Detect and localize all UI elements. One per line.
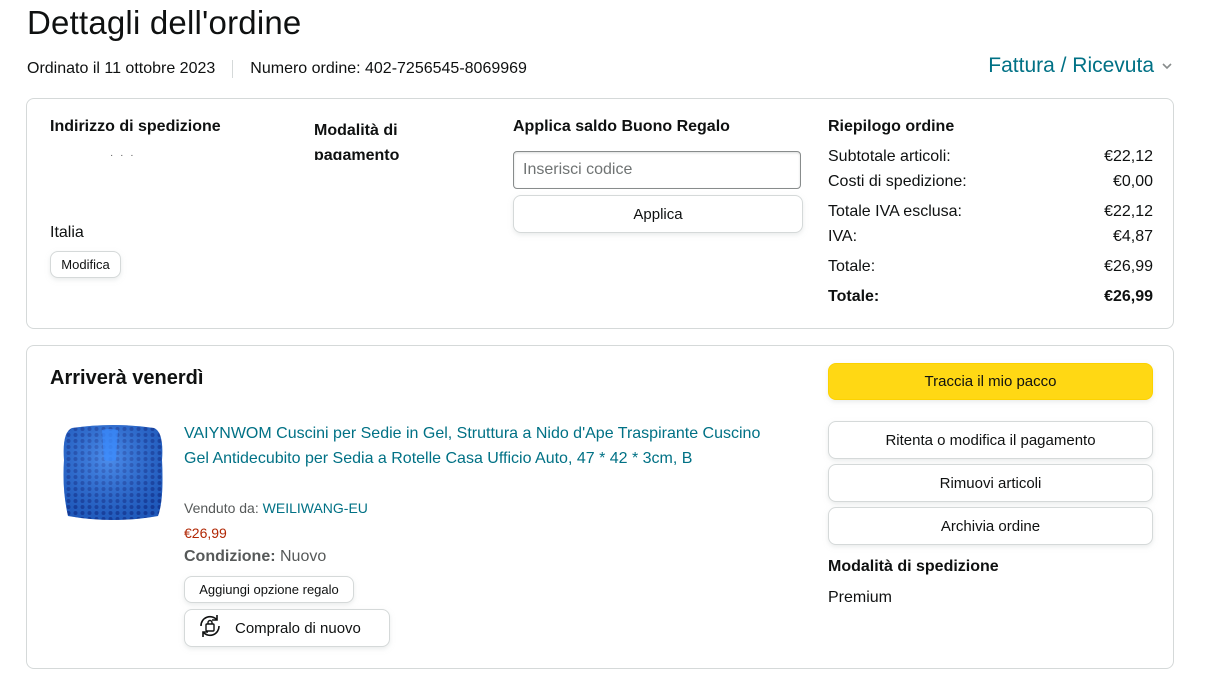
- sold-by-label: Venduto da:: [184, 500, 259, 516]
- shipping-address-heading: Indirizzo di spedizione: [50, 118, 221, 135]
- arrival-heading: Arriverà venerdì: [50, 367, 204, 389]
- summary-value: €4,87: [1112, 228, 1153, 245]
- product-thumbnail[interactable]: [58, 420, 168, 526]
- buy-again-icon: [195, 611, 225, 645]
- summary-value: €26,99: [1104, 258, 1153, 275]
- summary-label: Costi di spedizione:: [828, 173, 967, 190]
- summary-label: Totale IVA esclusa:: [828, 203, 962, 220]
- product-price: €26,99: [184, 525, 227, 541]
- summary-label: Totale:: [828, 258, 876, 275]
- shipping-method-value: Premium: [828, 589, 893, 606]
- order-summary-heading: Riepilogo ordine: [828, 118, 955, 135]
- add-gift-option-button[interactable]: Aggiungi opzione regalo: [184, 576, 354, 603]
- sold-by: Venduto da: WEILIWANG-EU: [184, 500, 368, 516]
- order-number: Numero ordine: 402-7256545-8069969: [250, 60, 527, 77]
- summary-row-total: Totale: €26,99: [828, 258, 1153, 276]
- shipping-method-heading: Modalità di spedizione: [828, 558, 999, 575]
- invoice-link-label: Fattura / Ricevuta: [988, 54, 1154, 77]
- summary-label: IVA:: [828, 228, 858, 245]
- condition-label: Condizione:: [184, 548, 276, 565]
- summary-label: Subtotale articoli:: [828, 148, 951, 165]
- condition-value: Nuovo: [280, 548, 327, 565]
- address-country: Italia: [50, 224, 84, 241]
- track-package-button[interactable]: Traccia il mio pacco: [828, 363, 1153, 400]
- invoice-dropdown[interactable]: Fattura / Ricevuta: [988, 54, 1172, 78]
- summary-value: €22,12: [1104, 148, 1153, 165]
- page-title: Dettagli dell'ordine: [27, 4, 302, 41]
- buy-again-button[interactable]: Compralo di nuovo: [184, 609, 390, 647]
- summary-label: Totale:: [828, 288, 880, 305]
- summary-value: €0,00: [1112, 173, 1153, 190]
- summary-row-grand-total: Totale: €26,99: [828, 288, 1153, 306]
- payment-method-heading: Modalità di pagamento: [314, 122, 400, 160]
- buy-again-label: Compralo di nuovo: [235, 619, 361, 637]
- seller-link[interactable]: WEILIWANG-EU: [263, 500, 368, 516]
- apply-gift-button[interactable]: Applica: [513, 195, 803, 233]
- gift-card-heading: Applica saldo Buono Regalo: [513, 118, 730, 135]
- address-redacted: · · ·: [110, 150, 136, 161]
- summary-value: €22,12: [1104, 203, 1153, 220]
- summary-row-vat: IVA: €4,87: [828, 228, 1153, 246]
- order-meta: Ordinato il 11 ottobre 2023 Numero ordin…: [27, 60, 527, 78]
- summary-row-subtotal: Subtotale articoli: €22,12: [828, 148, 1153, 166]
- remove-items-button[interactable]: Rimuovi articoli: [828, 464, 1153, 502]
- summary-row-shipping: Costi di spedizione: €0,00: [828, 173, 1153, 191]
- meta-divider: [232, 60, 234, 78]
- chevron-down-icon: [1162, 59, 1172, 73]
- gift-code-input[interactable]: [513, 151, 801, 189]
- summary-value: €26,99: [1104, 288, 1153, 305]
- archive-order-button[interactable]: Archivia ordine: [828, 507, 1153, 545]
- product-title-link[interactable]: VAIYNWOM Cuscini per Sedie in Gel, Strut…: [184, 421, 774, 471]
- edit-address-button[interactable]: Modifica: [50, 251, 121, 278]
- summary-row-net-total: Totale IVA esclusa: €22,12: [828, 203, 1153, 221]
- retry-payment-button[interactable]: Ritenta o modifica il pagamento: [828, 421, 1153, 459]
- order-date: Ordinato il 11 ottobre 2023: [27, 60, 216, 77]
- product-condition: Condizione: Nuovo: [184, 548, 326, 566]
